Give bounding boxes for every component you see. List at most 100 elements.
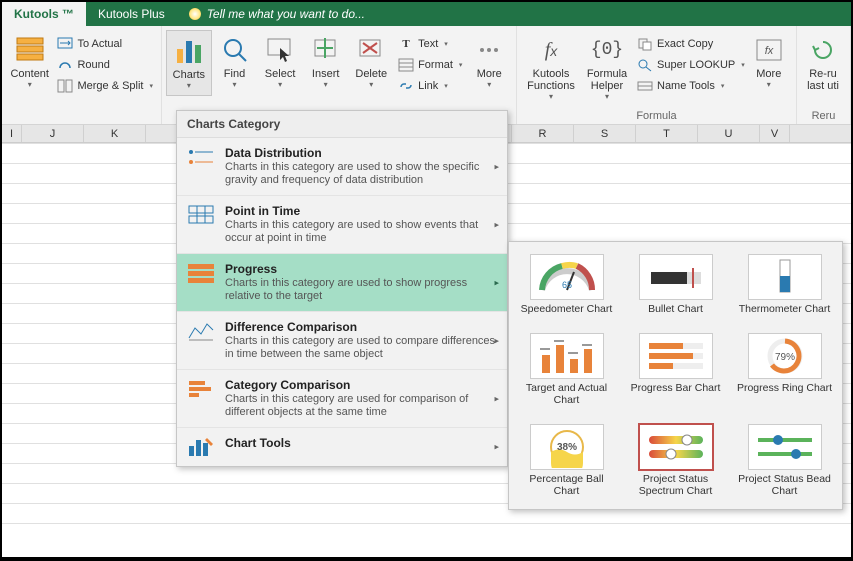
find-button[interactable]: Find ▾ bbox=[212, 30, 258, 96]
link-button[interactable]: Link▾ bbox=[394, 76, 466, 96]
gallery-percentage-ball-chart[interactable]: 38% Percentage Ball Chart bbox=[515, 418, 618, 503]
merge-split-label: Merge & Split bbox=[77, 80, 143, 92]
tell-me-search[interactable]: Tell me what you want to do... bbox=[177, 2, 377, 26]
col-header[interactable]: R bbox=[512, 125, 574, 142]
progress-icon bbox=[187, 262, 215, 284]
to-actual-button[interactable]: To Actual bbox=[53, 34, 157, 54]
lightbulb-icon bbox=[189, 8, 201, 20]
chevron-right-icon: ▸ bbox=[494, 335, 499, 346]
gallery-label: Thermometer Chart bbox=[739, 303, 831, 315]
gallery-project-status-spectrum-chart[interactable]: Project Status Spectrum Chart bbox=[624, 418, 727, 503]
rerun-label: Re-ru last uti bbox=[807, 68, 839, 92]
group-label-rerun: Reru bbox=[797, 110, 850, 122]
svg-text:79%: 79% bbox=[774, 352, 794, 363]
tab-kutools[interactable]: Kutools ™ bbox=[2, 2, 86, 26]
merge-split-button[interactable]: Merge & Split ▾ bbox=[53, 76, 157, 96]
rerun-icon bbox=[807, 34, 839, 66]
gallery-project-status-bead-chart[interactable]: Project Status Bead Chart bbox=[733, 418, 836, 503]
text-icon: T bbox=[398, 36, 414, 52]
svg-text:65: 65 bbox=[561, 280, 571, 290]
gallery-target-actual-chart[interactable]: Target and Actual Chart bbox=[515, 327, 618, 412]
tab-kutools-plus[interactable]: Kutools Plus bbox=[86, 2, 177, 26]
format-icon bbox=[398, 57, 414, 73]
format-button[interactable]: Format▾ bbox=[394, 55, 466, 75]
category-category-comparison[interactable]: Category ComparisonCharts in this catego… bbox=[177, 370, 507, 428]
rerun-button[interactable]: Re-ru last uti bbox=[801, 30, 845, 96]
col-header[interactable]: U bbox=[698, 125, 760, 142]
gallery-progress-bar-chart[interactable]: Progress Bar Chart bbox=[624, 327, 727, 412]
chevron-right-icon: ▸ bbox=[494, 393, 499, 404]
text-button[interactable]: TText▾ bbox=[394, 34, 466, 54]
category-title: Difference Comparison bbox=[225, 320, 497, 334]
svg-text:fx: fx bbox=[765, 45, 774, 57]
formula-helper-label: Formula Helper bbox=[587, 68, 627, 92]
category-data-distribution[interactable]: Data DistributionCharts in this category… bbox=[177, 138, 507, 196]
super-lookup-button[interactable]: Super LOOKUP▾ bbox=[633, 55, 749, 75]
col-header[interactable]: V bbox=[760, 125, 790, 142]
chevron-down-icon: ▾ bbox=[28, 80, 32, 89]
category-difference-comparison[interactable]: Difference ComparisonCharts in this cate… bbox=[177, 312, 507, 370]
difference-icon bbox=[187, 320, 215, 342]
formula-helper-icon: {0} bbox=[591, 34, 623, 66]
gallery-bullet-chart[interactable]: Bullet Chart bbox=[624, 248, 727, 321]
charts-icon bbox=[173, 35, 205, 67]
bead-icon bbox=[748, 424, 822, 470]
svg-text:38%: 38% bbox=[556, 442, 576, 453]
find-label: Find bbox=[224, 68, 245, 80]
select-button[interactable]: Select ▾ bbox=[257, 30, 303, 96]
copy-icon bbox=[637, 36, 653, 52]
name-tools-button[interactable]: Name Tools▾ bbox=[633, 76, 749, 96]
kutools-functions-button[interactable]: fx Kutools Functions ▾ bbox=[521, 30, 581, 105]
col-header[interactable]: S bbox=[574, 125, 636, 142]
category-point-in-time[interactable]: Point in TimeCharts in this category are… bbox=[177, 196, 507, 254]
select-label: Select bbox=[265, 68, 296, 80]
more-button-2[interactable]: fx More ▾ bbox=[749, 30, 789, 105]
more-label: More bbox=[477, 68, 502, 80]
delete-button[interactable]: Delete ▾ bbox=[348, 30, 394, 96]
content-button[interactable]: Content ▾ bbox=[6, 30, 53, 96]
chart-tools-icon bbox=[187, 436, 215, 458]
col-header[interactable]: J bbox=[22, 125, 84, 142]
round-button[interactable]: Round bbox=[53, 55, 157, 75]
find-icon bbox=[219, 34, 251, 66]
category-chart-tools[interactable]: Chart Tools ▸ bbox=[177, 428, 507, 466]
spectrum-icon bbox=[639, 424, 713, 470]
category-title: Progress bbox=[225, 262, 497, 276]
chevron-right-icon: ▸ bbox=[494, 219, 499, 230]
ribbon-group-formula: fx Kutools Functions ▾ {0} Formula Helpe… bbox=[517, 26, 797, 124]
gallery-speedometer-chart[interactable]: 65 Speedometer Chart bbox=[515, 248, 618, 321]
gallery-progress-ring-chart[interactable]: 79% Progress Ring Chart bbox=[733, 327, 836, 412]
speedometer-icon: 65 bbox=[530, 254, 604, 300]
group-label-formula: Formula bbox=[517, 110, 796, 122]
insert-button[interactable]: Insert ▾ bbox=[303, 30, 349, 96]
exact-copy-button[interactable]: Exact Copy bbox=[633, 34, 749, 54]
col-header[interactable]: T bbox=[636, 125, 698, 142]
col-header[interactable]: K bbox=[84, 125, 146, 142]
chevron-down-icon: ▾ bbox=[444, 82, 448, 90]
more-button-1[interactable]: More ▾ bbox=[466, 30, 512, 96]
progress-ring-icon: 79% bbox=[748, 333, 822, 379]
ribbon-group-view: Content ▾ To Actual Round Merge & Split bbox=[2, 26, 162, 124]
percentage-ball-icon: 38% bbox=[530, 424, 604, 470]
formula-helper-button[interactable]: {0} Formula Helper ▾ bbox=[581, 30, 633, 105]
charts-button[interactable]: Charts ▾ bbox=[166, 30, 212, 96]
chevron-right-icon: ▸ bbox=[494, 161, 499, 172]
gallery-label: Progress Bar Chart bbox=[631, 382, 721, 394]
tab-bar: Kutools ™ Kutools Plus Tell me what you … bbox=[2, 2, 851, 26]
progress-bar-icon bbox=[639, 333, 713, 379]
gallery-thermometer-chart[interactable]: Thermometer Chart bbox=[733, 248, 836, 321]
category-progress[interactable]: ProgressCharts in this category are used… bbox=[177, 254, 507, 312]
text-label: Text bbox=[418, 38, 438, 50]
col-header[interactable]: I bbox=[2, 125, 22, 142]
category-title: Point in Time bbox=[225, 204, 497, 218]
chevron-down-icon: ▾ bbox=[187, 81, 191, 90]
chevron-right-icon: ▸ bbox=[494, 442, 499, 453]
exact-copy-label: Exact Copy bbox=[657, 38, 713, 50]
category-desc: Charts in this category are used for com… bbox=[225, 393, 497, 419]
chevron-down-icon: ▾ bbox=[721, 82, 725, 90]
super-lookup-label: Super LOOKUP bbox=[657, 59, 735, 71]
category-title: Data Distribution bbox=[225, 146, 497, 160]
ribbon-group-rerun: Re-ru last uti Reru bbox=[797, 26, 851, 124]
delete-icon bbox=[355, 34, 387, 66]
merge-split-icon bbox=[57, 78, 73, 94]
